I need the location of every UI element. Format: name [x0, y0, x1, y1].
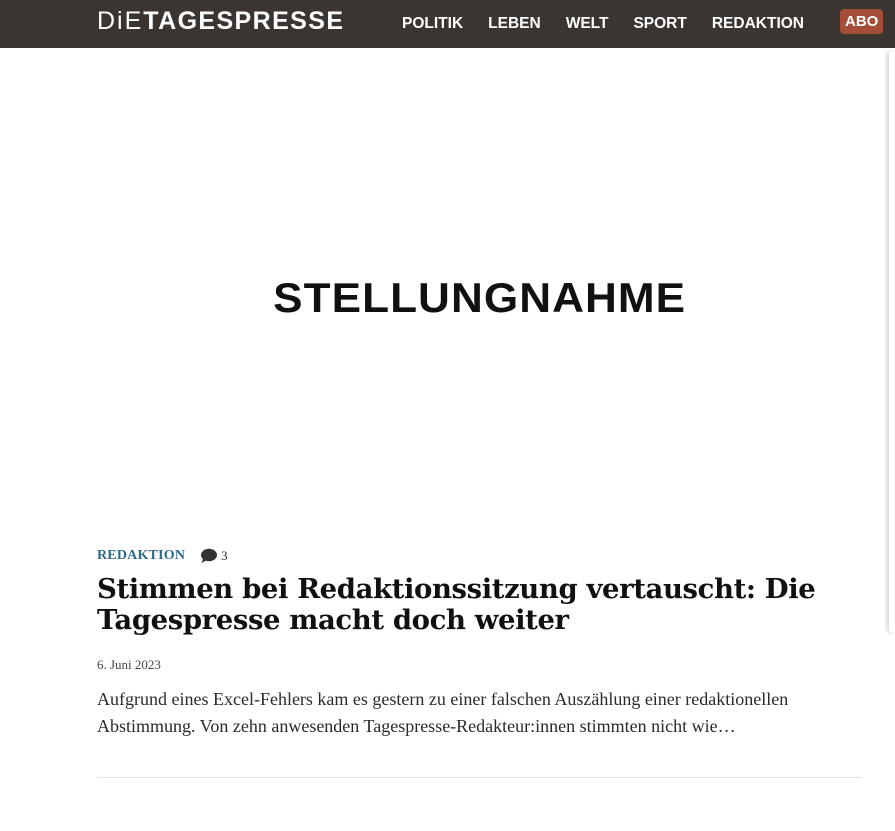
top-navigation-bar: DiETAGESPRESSE POLITIK LEBEN WELT SPORT … — [0, 0, 895, 48]
main-nav: POLITIK LEBEN WELT SPORT REDAKTION — [390, 0, 829, 48]
article-excerpt: Aufgrund eines Excel-Fehlers kam es gest… — [97, 689, 789, 736]
site-logo[interactable]: DiETAGESPRESSE — [97, 8, 344, 34]
nav-item-redaktion[interactable]: REDAKTION — [712, 15, 804, 33]
sidebar-edge — [889, 52, 895, 632]
comments-link[interactable]: 3 — [200, 548, 228, 564]
divider — [97, 777, 862, 778]
hero-image-text: STELLUNGNAHME — [272, 274, 686, 321]
nav-item-politik[interactable]: POLITIK — [402, 15, 463, 33]
logo-main: TAGESPRESSE — [143, 7, 345, 35]
comment-count: 3 — [221, 548, 228, 563]
article-category-link[interactable]: REDAKTION — [97, 548, 185, 564]
abo-button[interactable]: ABO — [840, 9, 884, 34]
nav-item-leben[interactable]: LEBEN — [488, 15, 541, 33]
article-hero-image[interactable]: STELLUNGNAHME — [97, 49, 862, 529]
nav-item-welt[interactable]: WELT — [566, 15, 609, 33]
logo-prefix: DiE — [97, 7, 144, 35]
nav-item-sport[interactable]: SPORT — [633, 15, 686, 33]
article-meta: REDAKTION 3 — [97, 548, 228, 564]
article-date: 6. Juni 2023 — [97, 657, 161, 672]
article-headline[interactable]: Stimmen bei Redaktionssitzung vertauscht… — [97, 574, 857, 636]
speech-bubble-icon — [201, 548, 218, 563]
